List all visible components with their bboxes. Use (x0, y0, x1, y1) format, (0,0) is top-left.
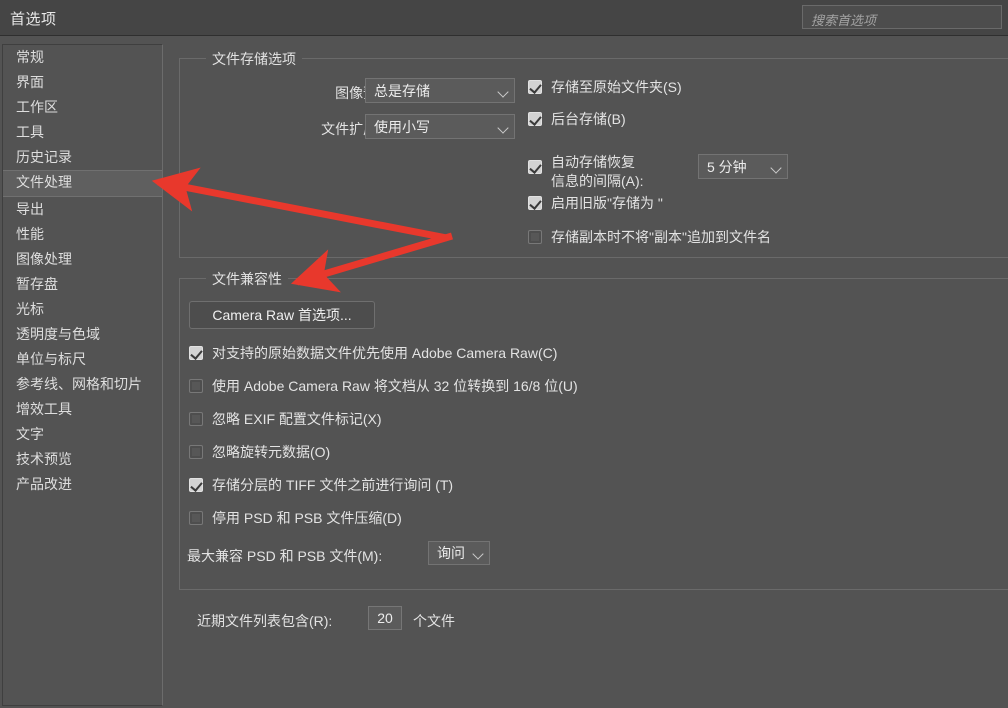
ignore-exif-checkbox[interactable] (189, 412, 203, 426)
file-storage-legend: 文件存储选项 (206, 49, 302, 69)
file-extension-select[interactable]: 使用小写 (365, 114, 515, 139)
sidebar-item-label: 文件处理 (16, 174, 72, 190)
sidebar-item-12[interactable]: 单位与标尺 (3, 347, 162, 372)
sidebar-item-label: 图像处理 (16, 251, 72, 267)
sidebar-item-7[interactable]: 性能 (3, 222, 162, 247)
page-title: 首选项 (10, 11, 57, 28)
ask-layered-tiff-checkbox-row[interactable]: 存储分层的 TIFF 文件之前进行询问 (T) (189, 478, 453, 493)
recent-files-count-input[interactable]: 20 (368, 606, 402, 630)
chevron-down-icon (473, 547, 485, 559)
max-compat-select[interactable]: 询问 (428, 541, 490, 565)
image-preview-value: 总是存储 (374, 82, 430, 99)
camera-raw-preferences-label: Camera Raw 首选项... (212, 307, 352, 323)
title-bar: 首选项 搜索首选项 (0, 0, 1008, 36)
sidebar-item-10[interactable]: 光标 (3, 297, 162, 322)
sidebar-item-14[interactable]: 增效工具 (3, 397, 162, 422)
ignore-rotation-label: 忽略旋转元数据(O) (212, 444, 331, 460)
save-to-original-folder-checkbox-row[interactable]: 存储至原始文件夹(S) (528, 80, 682, 95)
recent-files-count-value: 20 (377, 610, 393, 626)
save-to-original-folder-checkbox[interactable] (528, 80, 542, 94)
chevron-down-icon (771, 161, 783, 173)
sidebar-item-4[interactable]: 历史记录 (3, 145, 162, 170)
sidebar-item-3[interactable]: 工具 (3, 120, 162, 145)
max-compat-value: 询问 (437, 545, 465, 561)
category-sidebar[interactable]: 常规界面工作区工具历史记录文件处理导出性能图像处理暂存盘光标透明度与色域 单位与标… (2, 44, 163, 706)
camera-raw-preferences-button[interactable]: Camera Raw 首选项... (189, 301, 375, 329)
ignore-rotation-checkbox-row[interactable]: 忽略旋转元数据(O) (189, 445, 330, 460)
legacy-save-as-checkbox[interactable] (528, 196, 542, 210)
autosave-recovery-checkbox[interactable] (528, 160, 542, 174)
prefer-camera-raw-checkbox[interactable] (189, 346, 203, 360)
autosave-interval-value: 5 分钟 (707, 158, 747, 175)
sidebar-item-label: 常规 (16, 49, 44, 65)
preferences-dialog: 首选项 搜索首选项 常规界面工作区工具历史记录文件处理导出性能图像处理暂存盘光标… (0, 0, 1008, 708)
search-placeholder: 搜索首选项 (811, 13, 877, 28)
sidebar-item-label: 产品改进 (16, 476, 72, 492)
sidebar-item-6[interactable]: 导出 (3, 197, 162, 222)
sidebar-item-label: 技术预览 (16, 451, 72, 467)
chevron-down-icon (498, 85, 510, 97)
disable-psd-compression-checkbox[interactable] (189, 511, 203, 525)
disable-psd-compression-label: 停用 PSD 和 PSB 文件压缩(D) (212, 510, 402, 526)
sidebar-item-label: 参考线、网格和切片 (16, 376, 142, 392)
sidebar-item-1[interactable]: 界面 (3, 70, 162, 95)
sidebar-item-label: 暂存盘 (16, 276, 58, 292)
sidebar-item-label: 界面 (16, 74, 44, 90)
legacy-save-as-checkbox-row[interactable]: 启用旧版"存储为 " (528, 196, 663, 211)
ask-layered-tiff-checkbox[interactable] (189, 478, 203, 492)
convert-32bit-checkbox[interactable] (189, 379, 203, 393)
sidebar-item-label: 工作区 (16, 99, 58, 115)
sidebar-item-17[interactable]: 产品改进 (3, 472, 162, 497)
sidebar-item-2[interactable]: 工作区 (3, 95, 162, 120)
sidebar-item-5[interactable]: 文件处理 (3, 170, 162, 197)
file-extension-value: 使用小写 (374, 118, 430, 135)
sidebar-item-15[interactable]: 文字 (3, 422, 162, 447)
sidebar-item-label: 导出 (16, 201, 44, 217)
background-save-label: 后台存储(B) (551, 111, 626, 127)
sidebar-item-label: 光标 (16, 301, 44, 317)
ignore-exif-checkbox-row[interactable]: 忽略 EXIF 配置文件标记(X) (189, 412, 382, 427)
ignore-rotation-checkbox[interactable] (189, 445, 203, 459)
chevron-down-icon (498, 121, 510, 133)
file-compatibility-legend: 文件兼容性 (206, 269, 288, 289)
sidebar-item-9[interactable]: 暂存盘 (3, 272, 162, 297)
search-input[interactable]: 搜索首选项 (802, 5, 1002, 29)
sidebar-item-label: 历史记录 (16, 149, 72, 165)
disable-psd-compression-checkbox-row[interactable]: 停用 PSD 和 PSB 文件压缩(D) (189, 511, 402, 526)
no-copy-suffix-label: 存储副本时不将"副本"追加到文件名 (551, 229, 771, 245)
convert-32bit-label: 使用 Adobe Camera Raw 将文档从 32 位转换到 16/8 位(… (212, 378, 578, 394)
prefer-camera-raw-checkbox-row[interactable]: 对支持的原始数据文件优先使用 Adobe Camera Raw(C) (189, 346, 557, 361)
autosave-recovery-checkbox-row[interactable]: 自动存储恢复 信息的间隔(A): (528, 153, 644, 191)
sidebar-item-label: 文字 (16, 426, 44, 442)
sidebar-item-label: 性能 (16, 226, 44, 242)
autosave-recovery-label: 自动存储恢复 信息的间隔(A): (551, 154, 644, 189)
background-save-checkbox[interactable] (528, 112, 542, 126)
main-panel: 文件存储选项 图像预览: 总是存储 文件扩展名: 使用小写 存储至原始文件夹(S… (165, 40, 1008, 708)
no-copy-suffix-checkbox[interactable] (528, 230, 542, 244)
sidebar-item-13[interactable]: 参考线、网格和切片 (3, 372, 162, 397)
sidebar-item-8[interactable]: 图像处理 (3, 247, 162, 272)
legacy-save-as-label: 启用旧版"存储为 " (551, 195, 663, 211)
background-save-checkbox-row[interactable]: 后台存储(B) (528, 112, 626, 127)
ignore-exif-label: 忽略 EXIF 配置文件标记(X) (212, 411, 382, 427)
prefer-camera-raw-label: 对支持的原始数据文件优先使用 Adobe Camera Raw(C) (212, 345, 558, 361)
no-copy-suffix-checkbox-row[interactable]: 存储副本时不将"副本"追加到文件名 (528, 230, 771, 245)
sidebar-item-label: 透明度与色域 (16, 326, 100, 342)
max-compat-label: 最大兼容 PSD 和 PSB 文件(M): (187, 548, 383, 564)
sidebar-item-16[interactable]: 技术预览 (3, 447, 162, 472)
sidebar-item-0[interactable]: 常规 (3, 45, 162, 70)
sidebar-item-label: 工具 (16, 124, 44, 140)
sidebar-item-label: 增效工具 (16, 401, 72, 417)
recent-files-label: 近期文件列表包含(R): (197, 613, 333, 629)
sidebar-item-label: 单位与标尺 (16, 351, 86, 367)
convert-32bit-checkbox-row[interactable]: 使用 Adobe Camera Raw 将文档从 32 位转换到 16/8 位(… (189, 379, 578, 394)
sidebar-item-11[interactable]: 透明度与色域 (3, 322, 162, 347)
image-preview-select[interactable]: 总是存储 (365, 78, 515, 103)
ask-layered-tiff-label: 存储分层的 TIFF 文件之前进行询问 (T) (212, 477, 454, 493)
recent-files-suffix: 个文件 (413, 613, 455, 629)
save-to-original-folder-label: 存储至原始文件夹(S) (551, 79, 682, 95)
autosave-interval-select[interactable]: 5 分钟 (698, 154, 788, 179)
